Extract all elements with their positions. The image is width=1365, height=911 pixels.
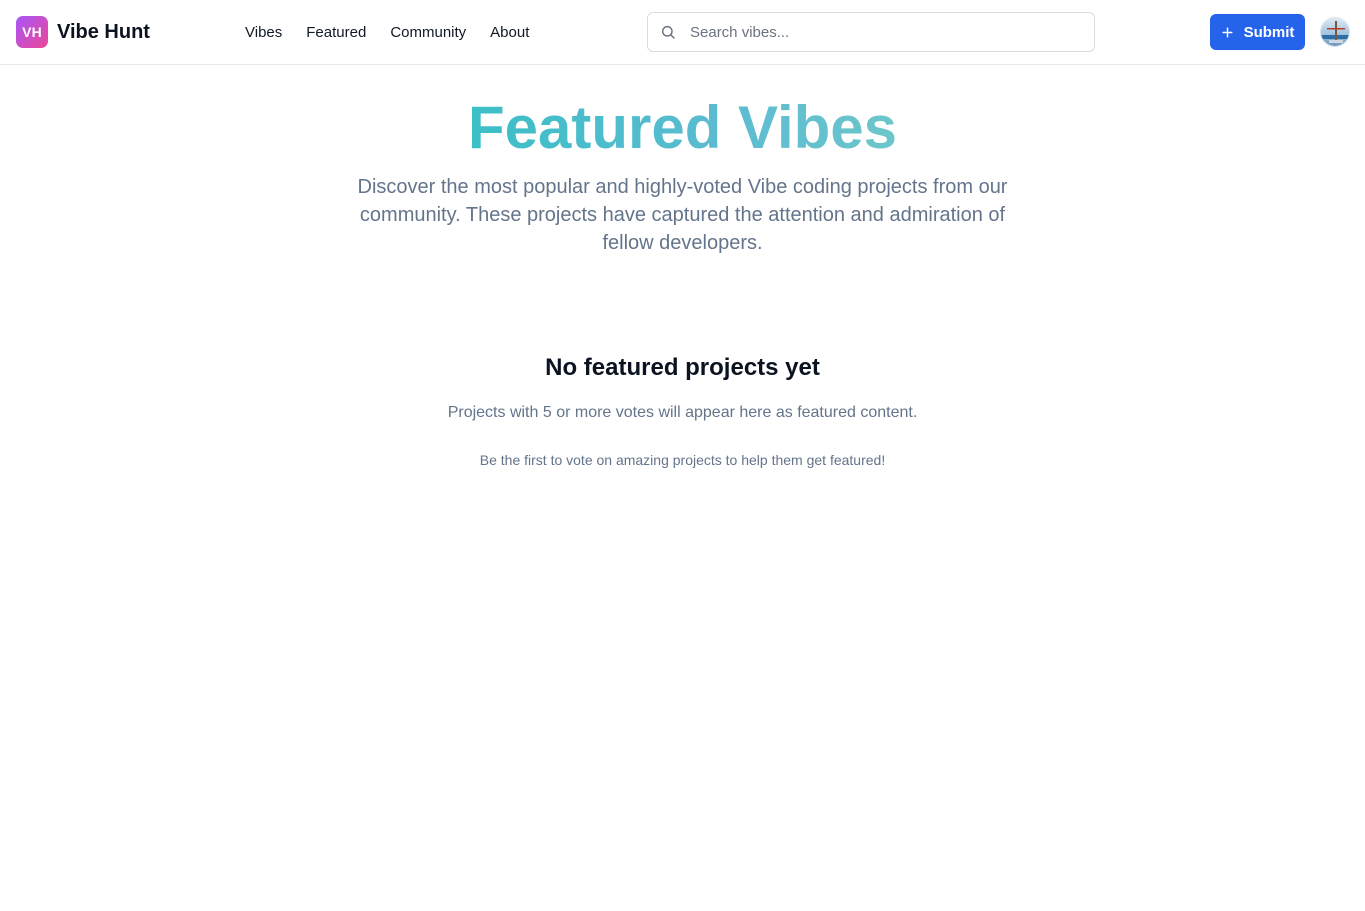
submit-button[interactable]: Submit: [1210, 14, 1305, 50]
empty-state-hint: Be the first to vote on amazing projects…: [479, 452, 886, 468]
empty-state-description: Projects with 5 or more votes will appea…: [447, 404, 918, 421]
top-navbar: VH Vibe Hunt Vibes Featured Community Ab…: [0, 0, 1365, 65]
logo-initials: VH: [22, 24, 42, 40]
avatar-image: [1321, 18, 1349, 46]
brand-logo-link[interactable]: VH Vibe Hunt: [16, 16, 150, 48]
logo-badge: VH: [16, 16, 48, 48]
main-nav: Vibes Featured Community About: [245, 0, 529, 64]
search-icon: [659, 23, 677, 41]
nav-item-community[interactable]: Community: [390, 24, 466, 41]
search-input[interactable]: [688, 22, 1068, 42]
page-title: Featured Vibes: [0, 93, 1365, 163]
nav-item-vibes[interactable]: Vibes: [245, 24, 282, 41]
nav-item-about[interactable]: About: [490, 24, 529, 41]
empty-state-title: No featured projects yet: [545, 354, 820, 381]
nav-item-featured[interactable]: Featured: [306, 24, 366, 41]
plus-icon: [1221, 25, 1235, 39]
avatar[interactable]: [1320, 17, 1350, 47]
brand-name: Vibe Hunt: [57, 20, 150, 43]
submit-label: Submit: [1243, 23, 1295, 41]
page-title-text: Featured Vibes: [467, 94, 898, 161]
search-box[interactable]: [647, 12, 1095, 52]
page-subtitle: Discover the most popular and highly-vot…: [357, 176, 1008, 254]
